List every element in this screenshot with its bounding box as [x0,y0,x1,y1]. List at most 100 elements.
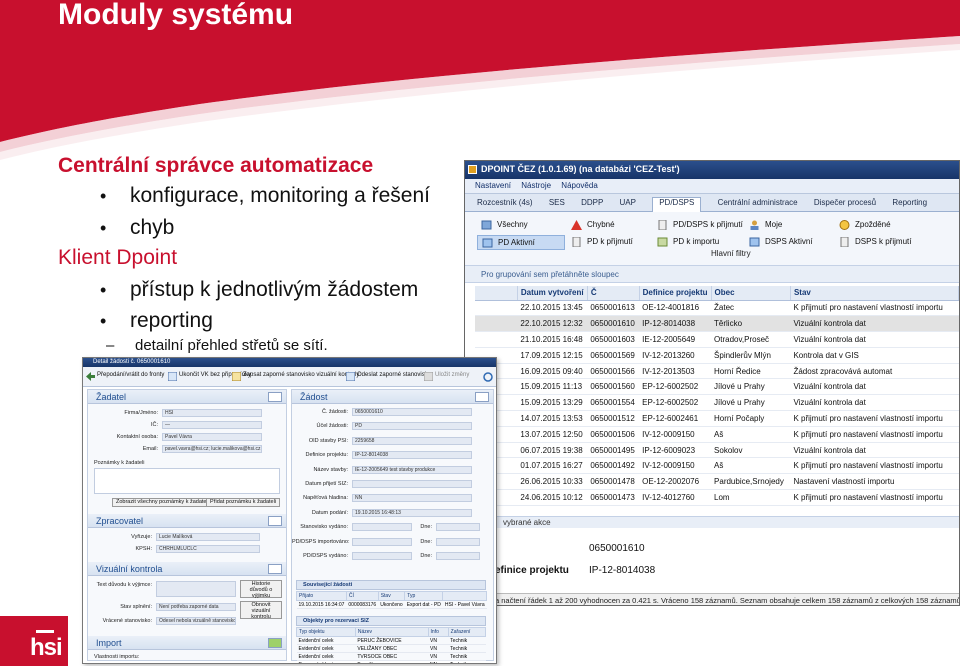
request-field[interactable] [352,523,412,532]
applicant-card-icon[interactable] [268,392,282,402]
visual-check-icon[interactable] [268,564,282,574]
row-selector[interactable] [475,331,518,348]
column-municipality[interactable]: Obec [711,286,791,301]
request-field[interactable] [352,552,412,560]
column-state[interactable]: Stav [790,286,959,301]
request-field[interactable] [352,480,472,488]
table-row[interactable]: 14.07.2015 13:53 0650001512 EP-12-6002461 H… [475,410,959,427]
table-row[interactable]: Provozní oblastBeneškaNNTechnik [296,660,486,663]
table-row[interactable]: Evidenční celek VELIŽANY OBEC VN Technik [296,644,486,653]
filter-delayed[interactable]: Zpožděné [835,218,891,233]
request-field[interactable]: NN [352,494,472,503]
table-row[interactable]: 16.09.2015 09:40 0650001566 IV-12-2013503 H… [475,363,959,380]
request-field[interactable]: 19.10.2015 16:48:13 [352,508,472,517]
table-row[interactable]: Evidenční celek PERUC ŽEBOVICE VN Technik [296,636,486,645]
request-field[interactable] [352,537,412,546]
applicant-email-field[interactable]: pavel.vavra@hsi.cz; lucie.malikova@hsi.c… [162,445,262,453]
table-row[interactable]: 24.06.2015 10:12 0650001473 IV-12-4012760 L… [475,489,959,506]
request-field[interactable]: IE-12-2005649 test stavby produkce [352,465,472,474]
history-button[interactable]: Historie důvodů o výjimku [240,580,282,599]
filter-to-accept[interactable]: PD/DSPS k přijmutí [653,218,743,233]
applicant-ico-field[interactable]: — [162,421,262,429]
cell: OE-12-4001816 [639,300,712,317]
fulfilment-state-field[interactable]: Není potřeba zaporné data [156,603,236,611]
applicant-name-field[interactable]: HSI [162,409,262,417]
filter-pd-to-import[interactable]: PD k importu [653,235,719,250]
date-field[interactable] [436,523,480,532]
table-row[interactable]: 01.07.2015 16:27 0650001492 IV-12-0009150 A… [475,457,959,475]
write-negative-button[interactable]: Zapsat zaporné stanovisko vizuální kontr… [231,371,359,383]
related-col-state[interactable]: Stav [377,591,406,601]
request-field[interactable]: IP-12-8014038 [352,451,472,460]
tab-process-dispatcher[interactable]: Dispečer procesů [814,198,876,207]
request-card-icon[interactable] [475,392,489,402]
objects-col-info[interactable]: Info [427,627,449,637]
return-to-queue-button[interactable]: Přepodání/vrátit do fronty [85,371,164,383]
save-changes-button[interactable]: Uložit změny [423,371,469,383]
related-col-type[interactable]: Typ [404,591,444,601]
send-negative-button[interactable]: Odeslat zaporné stanovisko [345,371,431,383]
filter-dsps-active[interactable]: DSPS Aktivní [745,235,813,250]
request-field[interactable]: PD [352,422,472,431]
column-number[interactable]: Č [587,286,640,301]
table-row[interactable]: 26.06.2015 10:33 0650001478 OE-12-2002076 P… [475,473,959,491]
menu-help[interactable]: Nápověda [561,181,597,190]
table-row[interactable]: 22.10.2015 12:32 0650001610 IP-12-8014038 T… [475,315,959,333]
filter-pd-active[interactable]: PD Aktivní [477,235,565,250]
tab-central-admin[interactable]: Centrální administrace [718,198,798,207]
tab-uap[interactable]: UAP [620,198,636,207]
menu-settings[interactable]: Nastavení [475,181,511,190]
related-col-accepted[interactable]: Přijato [296,591,347,601]
show-notes-button[interactable]: Zobrazit všechny poznámky k žadateli [112,498,213,507]
table-row[interactable]: 17.09.2015 12:15 0650001569 IV-12-2013260 Š… [475,347,959,364]
table-row[interactable]: 15.09.2015 13:29 0650001554 EP-12-6002502 J… [475,394,959,412]
applicant-contact-field[interactable]: Pavel Vávra [162,433,262,441]
requests-table: Datum vytvoření Č Definice projektu Obec… [475,286,959,506]
table-row[interactable]: 15.09.2015 11:13 0650001560 EP-12-6002502 J… [475,378,959,396]
tab-reporting[interactable]: Reporting [892,198,927,207]
refresh-icon[interactable] [483,372,493,382]
tab-rozcestnik[interactable]: Rozcestník (4s) [477,198,533,207]
filter-errors[interactable]: Chybné [567,218,615,233]
exception-reason-field[interactable] [156,581,236,597]
kpsh-field[interactable]: CHRHLMLUCLC [156,545,260,553]
column-created[interactable]: Datum vytvoření [517,286,588,301]
filter-dsps-to-accept[interactable]: DSPS k přijmutí [835,235,911,250]
row-selector[interactable] [475,300,518,317]
refresh-check-button[interactable]: Obnovit vizuální kontrolu [240,601,282,620]
table-row[interactable]: 19.10.2015 16:34:07 0000083176 Ukončeno … [296,600,487,609]
cell: Horní Počaply [711,410,791,427]
returned-opinion-field[interactable]: Odesel nebola vizuálně stanovisko [156,617,236,625]
import-icon[interactable] [268,638,282,648]
date-field[interactable] [436,552,480,560]
table-row[interactable]: 22.10.2015 13:45 0650001613 OE-12-4001816 Ž… [475,300,959,317]
request-field[interactable]: 0650001610 [352,408,472,416]
selected-actions-bar[interactable]: vybrané akce [465,516,959,528]
row-selector[interactable] [475,315,518,333]
notes-box[interactable] [94,468,280,494]
filter-mine[interactable]: Moje [745,218,782,233]
date-field[interactable] [436,537,480,546]
related-col-number[interactable]: ČÍ [345,591,379,601]
tab-pd-dsps[interactable]: PD/DSPS [652,197,702,212]
filter-all[interactable]: Všechny [477,218,528,233]
filter-pd-to-accept[interactable]: PD k přijmutí [567,235,633,250]
objects-col-category[interactable]: Zařazení [447,627,487,637]
objects-col-type[interactable]: Typ objektu [296,627,356,637]
tab-ses[interactable]: SES [549,198,565,207]
table-row[interactable]: 06.07.2015 19:38 0650001495 IP-12-6009023 S… [475,442,959,459]
cell: 0650001506 [587,426,640,443]
table-row[interactable]: Evidenční celek TVRSOCE OBEC VN Technik [296,652,486,661]
back-arrow-icon [86,372,95,381]
tab-ddpp[interactable]: DDPP [581,198,603,207]
column-project[interactable]: Definice projektu [639,286,712,301]
cell: Technik [448,636,486,645]
table-row[interactable]: 21.10.2015 16:48 0650001603 IE-12-2005649 O… [475,331,959,348]
request-field[interactable]: 2259658 [352,436,472,445]
handler-field[interactable]: Lucie Malíková [156,533,260,541]
menu-tools[interactable]: Nástroje [521,181,551,190]
processor-card-icon[interactable] [268,516,282,526]
objects-col-name[interactable]: Název [354,627,429,637]
add-note-button[interactable]: Přidat poznámku k žadateli [206,498,281,507]
table-row[interactable]: 13.07.2015 12:50 0650001506 IV-12-0009150 A… [475,426,959,443]
